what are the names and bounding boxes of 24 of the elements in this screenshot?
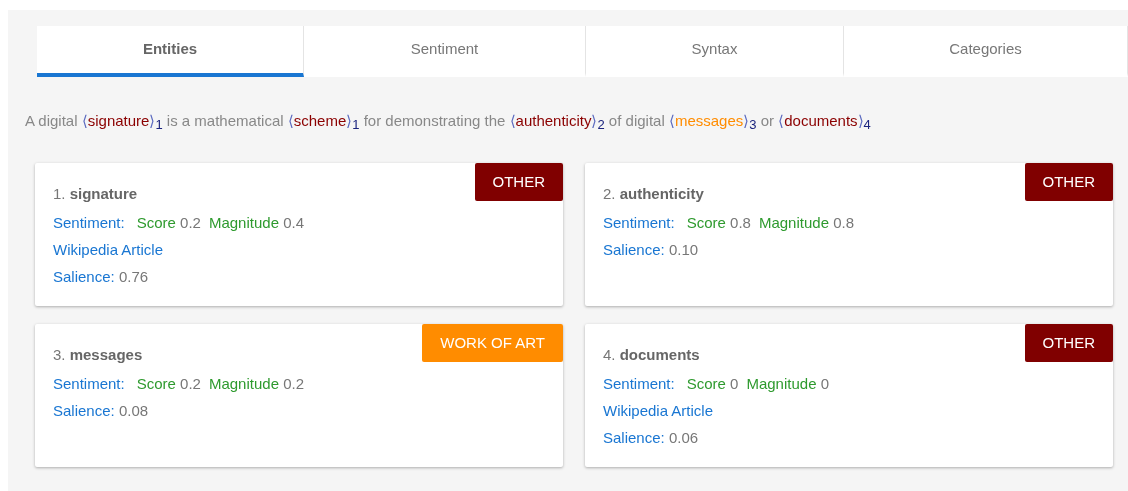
sentiment-label: Sentiment:: [53, 374, 125, 393]
sentiment-label: Sentiment:: [603, 213, 675, 232]
salience-text: Salience: 0.10: [603, 241, 699, 258]
score-text: Score 0.2: [136, 213, 201, 232]
magnitude-text: Magnitude 0: [746, 374, 829, 393]
salience-text: Salience: 0.76: [53, 268, 149, 285]
wikipedia-link[interactable]: Wikipedia Article: [603, 402, 714, 419]
type-tag: OTHER: [1024, 162, 1113, 201]
sentiment-label: Sentiment:: [53, 213, 125, 232]
type-tag: OTHER: [1024, 323, 1113, 362]
sentence: A digital ⟨signature⟩$_{1}$ is a mathematical ⟨scheme⟩$_{1}$ for demonstrating the ⟨authenticity⟩$_{2}$ of digital ⟨messages⟩$_{3}$ or ⟨documents⟩$_{4}$: [25, 111, 872, 133]
type-tag: WORK OF ART: [422, 323, 563, 362]
type-tag: OTHER: [474, 162, 563, 201]
tab[interactable]: Entities: [37, 26, 304, 77]
sentiment-label: Sentiment:: [603, 374, 675, 393]
salience-text: Salience: 0.06: [603, 429, 699, 446]
wikipedia-link[interactable]: Wikipedia Article: [53, 241, 164, 258]
magnitude-text: Magnitude 0.2: [208, 374, 305, 393]
score-text: Score 0: [686, 374, 739, 393]
salience-text: Salience: 0.08: [53, 402, 149, 419]
score-text: Score 0.2: [136, 374, 201, 393]
magnitude-text: Magnitude 0.8: [758, 213, 855, 232]
score-text: Score 0.8: [686, 213, 751, 232]
magnitude-text: Magnitude 0.4: [208, 213, 305, 232]
